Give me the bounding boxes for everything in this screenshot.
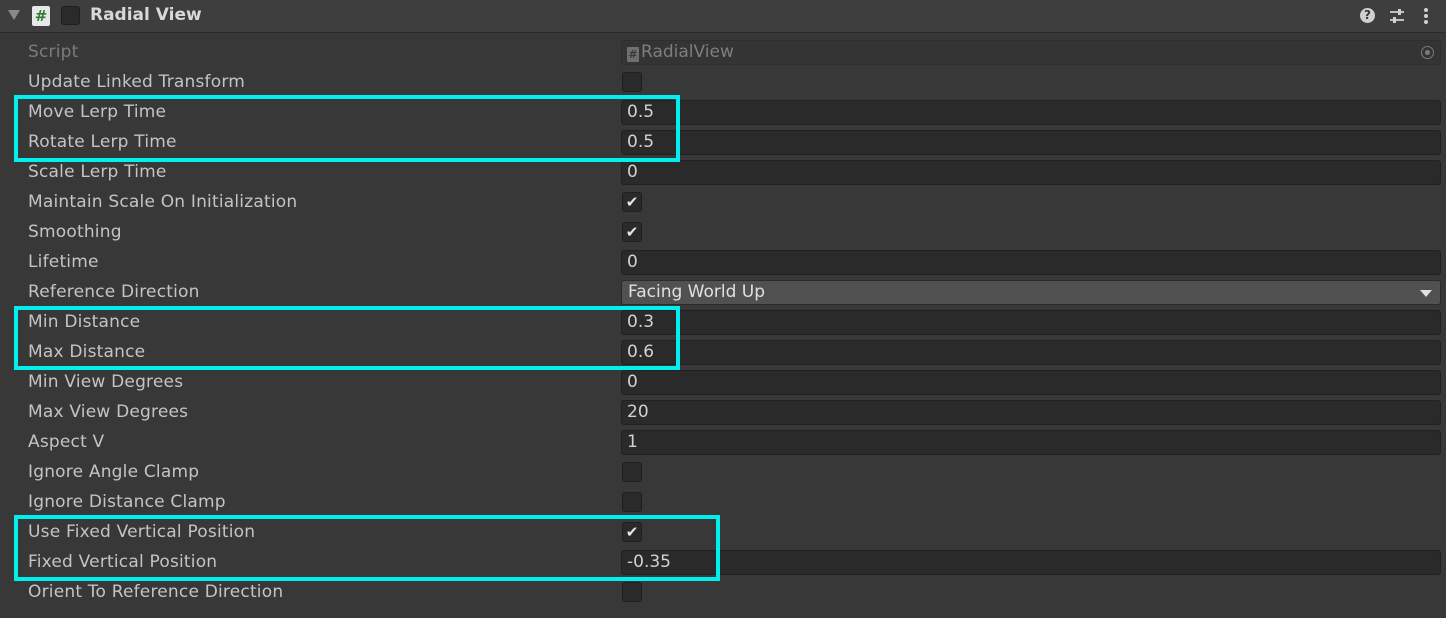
max-view-degrees-label: Max View Degrees xyxy=(28,402,189,422)
row-scale-lerp-time: Scale Lerp Time 0 xyxy=(0,157,1446,187)
row-min-view-degrees: Min View Degrees 0 xyxy=(0,367,1446,397)
row-script: Script # RadialView xyxy=(0,37,1446,67)
row-fixed-vertical-position: Fixed Vertical Position -0.35 xyxy=(0,547,1446,577)
script-value: RadialView xyxy=(641,42,734,62)
row-smoothing: Smoothing ✔ xyxy=(0,217,1446,247)
reference-direction-selected: Facing World Up xyxy=(628,282,766,302)
use-fixed-vertical-position-label: Use Fixed Vertical Position xyxy=(28,522,256,542)
maintain-scale-label: Maintain Scale On Initialization xyxy=(28,192,298,212)
row-lifetime: Lifetime 0 xyxy=(0,247,1446,277)
move-lerp-time-input[interactable]: 0.5 xyxy=(621,100,1441,125)
presets-icon[interactable] xyxy=(1388,7,1406,25)
script-label: Script xyxy=(28,42,79,62)
scale-lerp-time-label: Scale Lerp Time xyxy=(28,162,167,182)
component-enable-toggle[interactable] xyxy=(61,6,80,25)
smoothing-checkbox[interactable]: ✔ xyxy=(622,222,642,242)
dropdown-arrow-icon xyxy=(1420,290,1432,297)
fixed-vertical-position-label: Fixed Vertical Position xyxy=(28,552,218,572)
row-update-linked-transform: Update Linked Transform xyxy=(0,67,1446,97)
row-min-distance: Min Distance 0.3 xyxy=(0,307,1446,337)
inspector-panel: # Radial View ? Script # RadialView Updat… xyxy=(0,0,1446,618)
update-linked-transform-label: Update Linked Transform xyxy=(28,72,245,92)
use-fixed-vertical-position-checkbox[interactable]: ✔ xyxy=(622,522,642,542)
object-picker-icon[interactable] xyxy=(1421,46,1434,59)
aspect-v-input[interactable]: 1 xyxy=(621,430,1441,455)
orient-to-reference-direction-label: Orient To Reference Direction xyxy=(28,582,284,602)
aspect-v-label: Aspect V xyxy=(28,432,105,452)
row-maintain-scale: Maintain Scale On Initialization ✔ xyxy=(0,187,1446,217)
component-header[interactable]: # Radial View ? xyxy=(0,0,1446,33)
component-title: Radial View xyxy=(90,5,202,25)
script-field: # RadialView xyxy=(621,40,1441,65)
row-reference-direction: Reference Direction Facing World Up xyxy=(0,277,1446,307)
rotate-lerp-time-input[interactable]: 0.5 xyxy=(621,130,1441,155)
ignore-angle-clamp-checkbox[interactable] xyxy=(622,462,642,482)
row-orient-to-reference-direction: Orient To Reference Direction xyxy=(0,577,1446,607)
ignore-distance-clamp-checkbox[interactable] xyxy=(622,492,642,512)
help-icon[interactable]: ? xyxy=(1360,8,1375,23)
max-view-degrees-input[interactable]: 20 xyxy=(621,400,1441,425)
row-ignore-angle-clamp: Ignore Angle Clamp xyxy=(0,457,1446,487)
reference-direction-dropdown[interactable]: Facing World Up xyxy=(621,280,1441,305)
context-menu-icon[interactable] xyxy=(1420,6,1432,26)
ignore-distance-clamp-label: Ignore Distance Clamp xyxy=(28,492,226,512)
row-max-distance: Max Distance 0.6 xyxy=(0,337,1446,367)
script-object-icon: # xyxy=(627,47,639,62)
min-view-degrees-input[interactable]: 0 xyxy=(621,370,1441,395)
script-hash-icon: # xyxy=(32,6,50,26)
row-aspect-v: Aspect V 1 xyxy=(0,427,1446,457)
row-move-lerp-time: Move Lerp Time 0.5 xyxy=(0,97,1446,127)
scale-lerp-time-input[interactable]: 0 xyxy=(621,160,1441,185)
min-distance-label: Min Distance xyxy=(28,312,141,332)
fixed-vertical-position-input[interactable]: -0.35 xyxy=(621,550,1441,575)
maintain-scale-checkbox[interactable]: ✔ xyxy=(622,192,642,212)
orient-to-reference-direction-checkbox[interactable] xyxy=(622,582,642,602)
max-distance-label: Max Distance xyxy=(28,342,146,362)
rotate-lerp-time-label: Rotate Lerp Time xyxy=(28,132,177,152)
lifetime-label: Lifetime xyxy=(28,252,99,272)
smoothing-label: Smoothing xyxy=(28,222,122,242)
row-ignore-distance-clamp: Ignore Distance Clamp xyxy=(0,487,1446,517)
min-distance-input[interactable]: 0.3 xyxy=(621,310,1441,335)
ignore-angle-clamp-label: Ignore Angle Clamp xyxy=(28,462,200,482)
min-view-degrees-label: Min View Degrees xyxy=(28,372,184,392)
row-use-fixed-vertical-position: Use Fixed Vertical Position ✔ xyxy=(0,517,1446,547)
max-distance-input[interactable]: 0.6 xyxy=(621,340,1441,365)
move-lerp-time-label: Move Lerp Time xyxy=(28,102,167,122)
update-linked-transform-checkbox[interactable] xyxy=(622,72,642,92)
row-max-view-degrees: Max View Degrees 20 xyxy=(0,397,1446,427)
foldout-arrow-icon[interactable] xyxy=(8,10,20,20)
reference-direction-label: Reference Direction xyxy=(28,282,200,302)
lifetime-input[interactable]: 0 xyxy=(621,250,1441,275)
row-rotate-lerp-time: Rotate Lerp Time 0.5 xyxy=(0,127,1446,157)
